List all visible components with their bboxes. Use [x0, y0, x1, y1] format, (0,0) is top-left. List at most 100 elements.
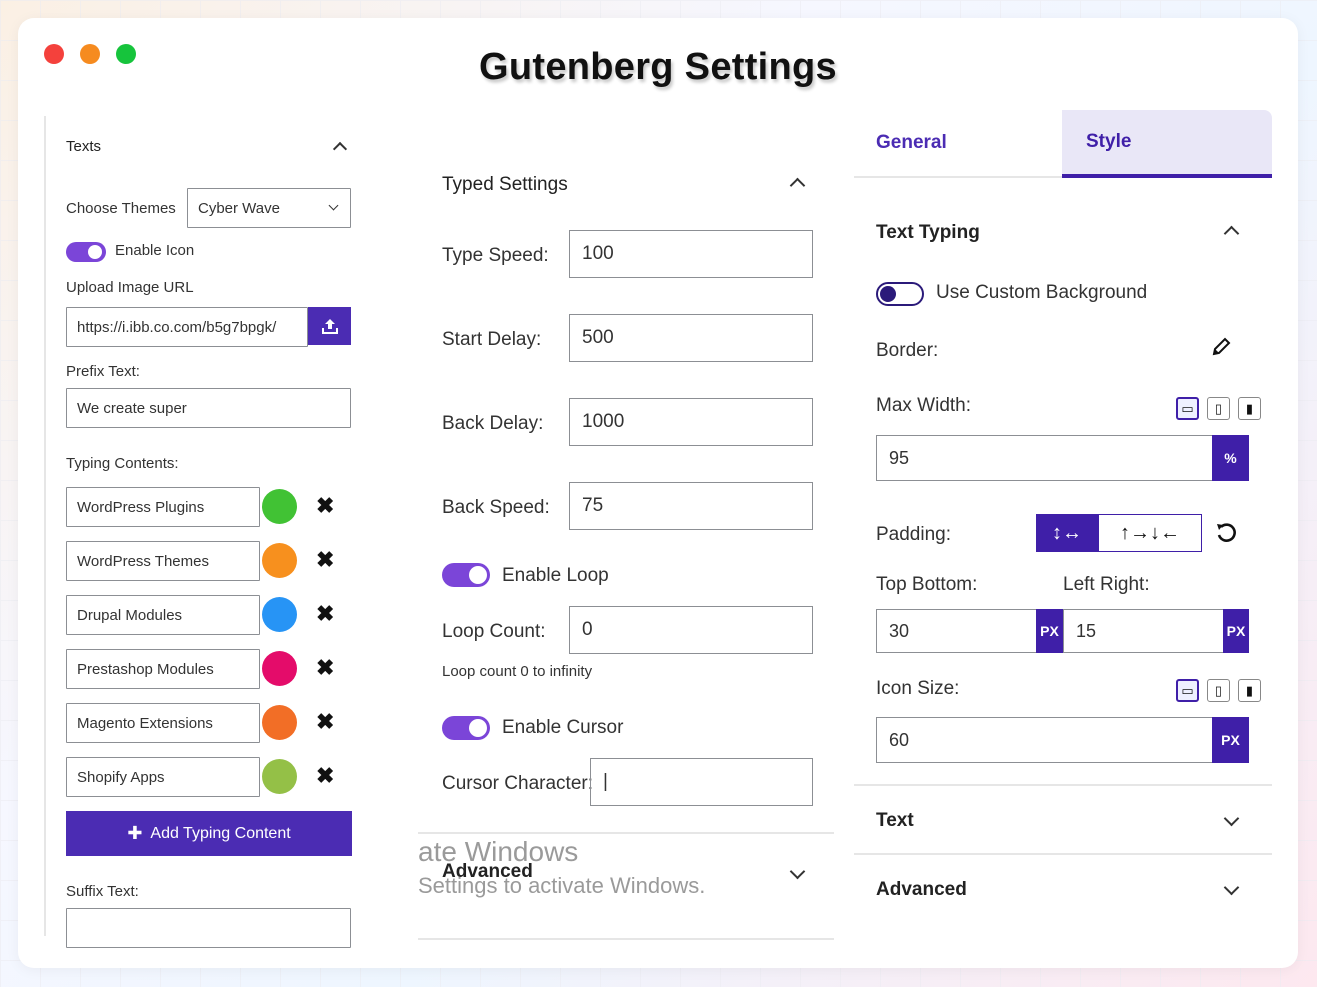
typing-content-row: Drupal Modules ✖	[66, 595, 366, 635]
tab-style[interactable]: Style	[1062, 110, 1272, 178]
advanced-section-title[interactable]: Advanced	[442, 861, 533, 883]
color-swatch[interactable]	[262, 489, 297, 524]
enable-icon-toggle[interactable]	[66, 242, 106, 262]
enable-loop-toggle[interactable]	[442, 563, 490, 587]
upload-button[interactable]	[308, 307, 351, 345]
icon-size-unit[interactable]: PX	[1212, 717, 1249, 763]
upload-image-label: Upload Image URL	[66, 279, 194, 296]
typing-content-row: WordPress Plugins ✖	[66, 487, 366, 527]
tablet-icon[interactable]: ▯	[1207, 397, 1230, 420]
mobile-icon[interactable]: ▮	[1238, 679, 1261, 702]
remove-icon[interactable]: ✖	[316, 655, 334, 681]
icon-size-input[interactable]: 60	[876, 717, 1214, 763]
color-swatch[interactable]	[262, 651, 297, 686]
toggle-knob	[469, 566, 487, 584]
toggle-knob	[469, 719, 487, 737]
type-speed-label: Type Speed:	[442, 245, 549, 266]
max-width-input[interactable]: 95	[876, 435, 1214, 481]
advanced-style-title[interactable]: Advanced	[876, 879, 967, 901]
suffix-text-label: Suffix Text:	[66, 883, 139, 900]
upload-url-input[interactable]: https://i.ibb.co.com/b5g7bpgk/	[66, 307, 308, 347]
desktop-icon[interactable]: ▭	[1176, 397, 1199, 420]
icon-size-value: 60	[889, 729, 910, 750]
tab-general[interactable]: General	[854, 110, 1062, 178]
pencil-icon[interactable]	[1210, 336, 1232, 358]
texts-section-title: Texts	[66, 138, 102, 155]
custom-background-toggle[interactable]	[876, 282, 924, 306]
reset-icon[interactable]	[1214, 521, 1238, 545]
typing-content-input[interactable]: WordPress Plugins	[66, 487, 260, 527]
color-swatch[interactable]	[262, 543, 297, 578]
remove-icon[interactable]: ✖	[316, 601, 334, 627]
typing-content-row: Magento Extensions ✖	[66, 703, 366, 743]
left-right-label: Left Right:	[1063, 574, 1150, 595]
typing-content-text: Drupal Modules	[77, 606, 183, 624]
typing-content-input[interactable]: Magento Extensions	[66, 703, 260, 743]
theme-select[interactable]: Cyber Wave	[187, 188, 351, 228]
chevron-down-icon	[328, 200, 339, 211]
tablet-icon[interactable]: ▯	[1207, 679, 1230, 702]
top-bottom-input[interactable]: 30	[876, 609, 1038, 653]
start-delay-input[interactable]: 500	[569, 314, 813, 362]
add-typing-content-label: Add Typing Content	[150, 824, 291, 842]
toggle-knob	[880, 286, 896, 302]
typing-content-input[interactable]: WordPress Themes	[66, 541, 260, 581]
desktop-icon[interactable]: ▭	[1176, 679, 1199, 702]
max-width-unit[interactable]: %	[1212, 435, 1249, 481]
typing-content-text: WordPress Themes	[77, 552, 209, 570]
prefix-text-label: Prefix Text:	[66, 363, 140, 380]
loop-count-input[interactable]: 0	[569, 606, 813, 654]
prefix-text-input[interactable]: We create super	[66, 388, 351, 428]
typing-content-input[interactable]: Prestashop Modules	[66, 649, 260, 689]
enable-cursor-toggle[interactable]	[442, 716, 490, 740]
padding-mode-axis[interactable]: ↕↔	[1036, 514, 1098, 552]
typed-settings-panel: Typed Settings Type Speed: 100 Start Del…	[418, 116, 838, 946]
back-delay-input[interactable]: 1000	[569, 398, 813, 446]
left-right-unit[interactable]: PX	[1223, 609, 1249, 653]
style-panel: General Style Text Typing Use Custom Bac…	[854, 110, 1272, 940]
loop-count-label: Loop Count:	[442, 621, 546, 642]
color-swatch[interactable]	[262, 705, 297, 740]
collapse-text-typing-icon[interactable]	[1223, 225, 1240, 242]
expand-text-icon[interactable]	[1223, 810, 1240, 827]
color-swatch[interactable]	[262, 759, 297, 794]
divider	[854, 784, 1272, 786]
add-typing-content-button[interactable]: ✚ Add Typing Content	[66, 811, 352, 856]
expand-advanced-icon[interactable]	[789, 863, 806, 880]
settings-window: Gutenberg Settings Texts Choose Themes C…	[18, 18, 1298, 968]
typing-content-input[interactable]: Shopify Apps	[66, 757, 260, 797]
cursor-character-input[interactable]: |	[590, 758, 813, 806]
padding-mode-sides[interactable]: ↑→↓←	[1098, 514, 1202, 552]
type-speed-value: 100	[582, 243, 614, 264]
type-speed-input[interactable]: 100	[569, 230, 813, 278]
typing-contents-label: Typing Contents:	[66, 455, 179, 472]
top-bottom-label: Top Bottom:	[876, 574, 978, 595]
remove-icon[interactable]: ✖	[316, 547, 334, 573]
divider	[418, 832, 834, 834]
upload-url-value: https://i.ibb.co.com/b5g7bpgk/	[77, 318, 277, 336]
toggle-knob	[88, 245, 102, 259]
collapse-typed-settings-icon[interactable]	[789, 177, 806, 194]
typing-content-text: Shopify Apps	[77, 768, 165, 786]
typing-content-input[interactable]: Drupal Modules	[66, 595, 260, 635]
back-speed-input[interactable]: 75	[569, 482, 813, 530]
typing-content-text: Magento Extensions	[77, 714, 213, 732]
remove-icon[interactable]: ✖	[316, 709, 334, 735]
expand-advanced-style-icon[interactable]	[1223, 879, 1240, 896]
mobile-icon[interactable]: ▮	[1238, 397, 1261, 420]
text-typing-title: Text Typing	[876, 222, 980, 243]
theme-value: Cyber Wave	[198, 199, 280, 217]
enable-cursor-label: Enable Cursor	[502, 717, 624, 738]
remove-icon[interactable]: ✖	[316, 763, 334, 789]
left-right-input[interactable]: 15	[1063, 609, 1225, 653]
typed-settings-title: Typed Settings	[442, 174, 568, 195]
remove-icon[interactable]: ✖	[316, 493, 334, 519]
loop-count-value: 0	[582, 619, 593, 640]
suffix-text-input[interactable]	[66, 908, 351, 948]
back-speed-value: 75	[582, 495, 604, 516]
color-swatch[interactable]	[262, 597, 297, 632]
top-bottom-unit[interactable]: PX	[1036, 609, 1063, 653]
text-section-title[interactable]: Text	[876, 810, 914, 832]
collapse-texts-icon[interactable]	[332, 141, 348, 157]
page-title: Gutenberg Settings	[479, 46, 837, 88]
